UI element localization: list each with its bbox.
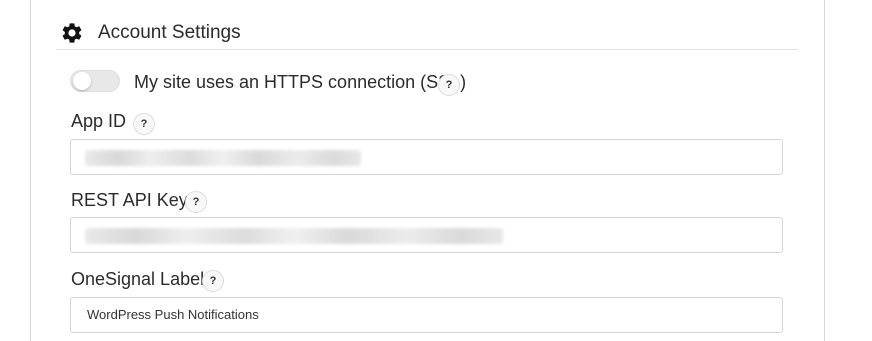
rest-api-key-input[interactable] (70, 217, 783, 253)
app-id-input[interactable] (70, 139, 783, 175)
gear-icon (62, 23, 82, 43)
onesignal-label-input[interactable]: WordPress Push Notifications (70, 297, 783, 333)
onesignal-label-value: WordPress Push Notifications (87, 307, 259, 322)
ssl-label: My site uses an HTTPS connection (SSL) (134, 72, 467, 92)
onesignal-label-label: OneSignal Label (71, 269, 205, 289)
ssl-toggle[interactable] (70, 70, 120, 92)
rest-api-key-label: REST API Key (71, 190, 188, 210)
section-title: Account Settings (98, 22, 241, 43)
app-id-label: App ID (71, 111, 127, 131)
settings-panel: Account Settings My site uses an HTTPS c… (0, 0, 872, 341)
app-id-help-icon[interactable]: ? (133, 113, 155, 135)
redacted-app-id (85, 150, 361, 166)
section-divider (56, 49, 798, 50)
rest-api-key-help-icon[interactable]: ? (185, 191, 207, 213)
onesignal-label-help-icon[interactable]: ? (202, 270, 224, 292)
panel-left-border (30, 0, 31, 341)
ssl-help-icon[interactable]: ? (438, 74, 460, 96)
section-header: Account Settings (60, 18, 241, 48)
redacted-api-key (85, 228, 503, 244)
panel-right-border (824, 0, 825, 341)
toggle-knob (73, 72, 91, 90)
